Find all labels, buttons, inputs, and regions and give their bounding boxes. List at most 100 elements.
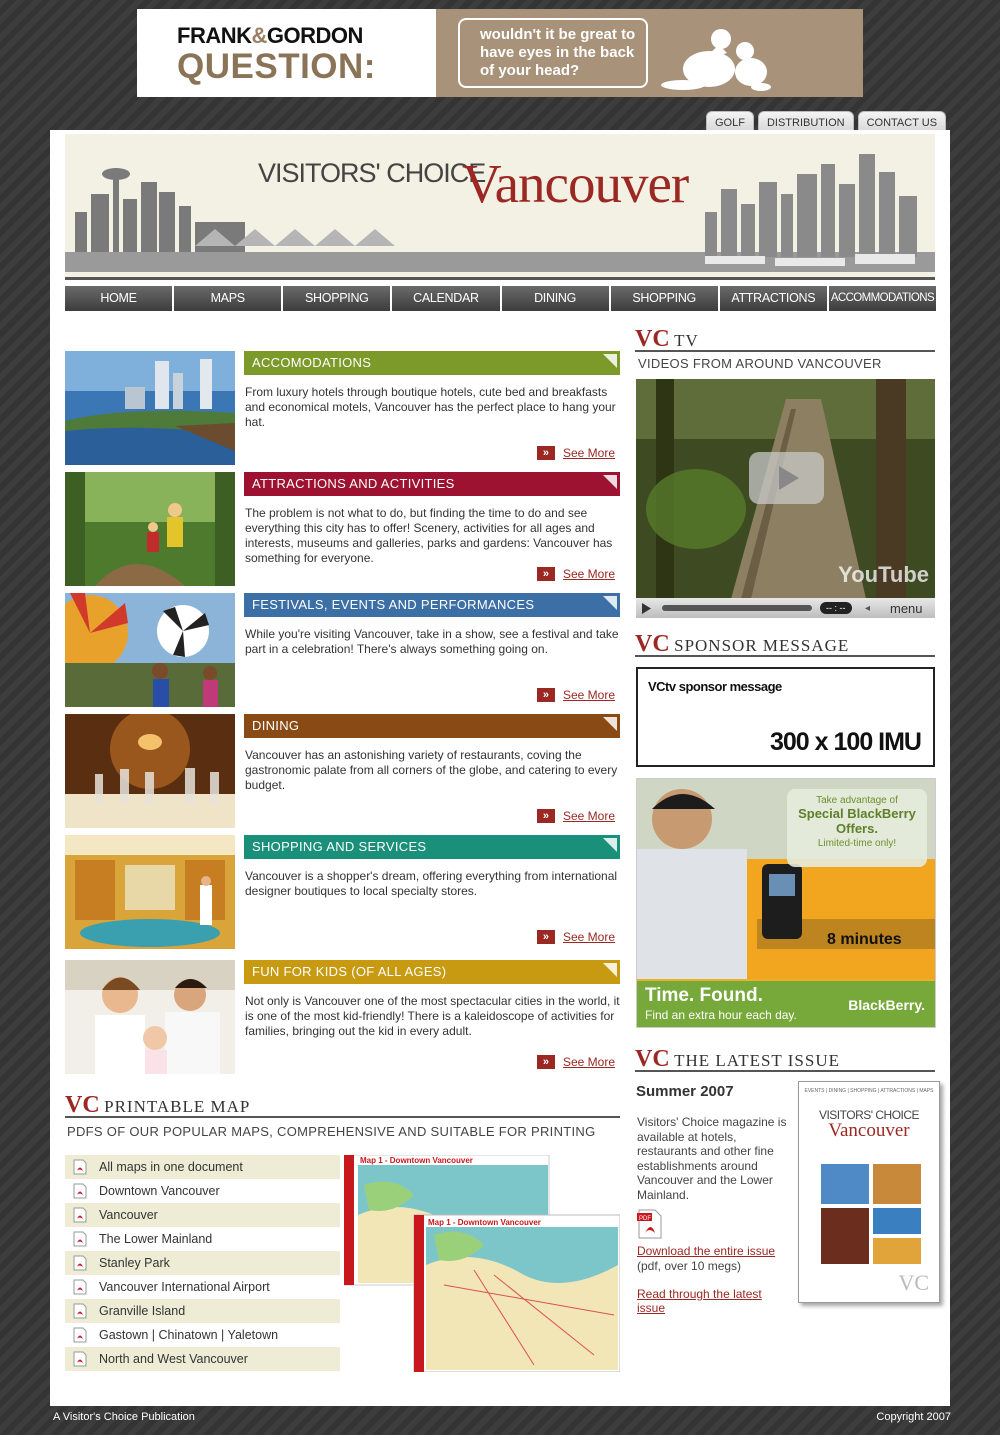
see-more-link[interactable]: » See More <box>536 567 615 581</box>
pdf-icon <box>69 1279 91 1295</box>
ad-brand: FRANK&GORDON <box>177 23 363 48</box>
issue-title: Summer 2007 <box>636 1083 734 1100</box>
main-nav: HOME MAPS SHOPPING CALENDAR DINING SHOPP… <box>65 286 936 311</box>
nav-home[interactable]: HOME <box>65 286 173 311</box>
header-title-big: Vancouver <box>462 153 689 214</box>
video-controls: -- : -- ◂ menu <box>636 598 935 618</box>
pdf-icon <box>69 1183 91 1199</box>
pdf-icon <box>69 1207 91 1223</box>
see-more-link[interactable]: » See More <box>536 930 615 944</box>
see-more-link[interactable]: » See More <box>536 688 615 702</box>
magazine-cover[interactable]: EVENTS | DINING | SHOPPING | ATTRACTIONS… <box>798 1081 940 1303</box>
svg-text:Map 1 - Downtown Vancouver: Map 1 - Downtown Vancouver <box>428 1218 541 1227</box>
section-bar[interactable]: DINING <box>244 714 620 738</box>
map-list-item[interactable]: The Lower Mainland <box>65 1227 340 1251</box>
map-list-item[interactable]: Gastown | Chinatown | Yaletown <box>65 1323 340 1347</box>
arrow-icon: » <box>536 930 555 944</box>
pdf-icon <box>69 1303 91 1319</box>
main-container: VISITORS' CHOICE Vancouver HOME MAPS SHO… <box>50 130 950 1406</box>
sponsor-box-size: 300 x 100 IMU <box>770 728 922 756</box>
kids-photo[interactable] <box>65 960 235 1074</box>
map-list-item[interactable]: All maps in one document <box>65 1155 340 1179</box>
cover-photos <box>821 1164 921 1264</box>
section-bar[interactable]: FESTIVALS, EVENTS AND PERFORMANCES <box>244 593 620 617</box>
progress-bar[interactable] <box>662 605 812 611</box>
nav-shopping[interactable]: SHOPPING <box>283 286 391 311</box>
nav-calendar[interactable]: CALENDAR <box>392 286 500 311</box>
bb-subtitle: Find an extra hour each day. <box>645 1008 797 1022</box>
arrow-icon: » <box>536 567 555 581</box>
ad-speech-bubble: wouldn't it be great to have eyes in the… <box>458 18 648 88</box>
map-list-item[interactable]: North and West Vancouver <box>65 1347 340 1371</box>
section-bar[interactable]: SHOPPING AND SERVICES <box>244 835 620 859</box>
accommodations-photo[interactable] <box>65 351 235 465</box>
map-list-item[interactable]: Vancouver International Airport <box>65 1275 340 1299</box>
video-player[interactable]: YouTube -- : -- ◂ menu <box>636 379 935 618</box>
tab-golf[interactable]: GOLF <box>706 111 754 131</box>
ad-brand-panel: FRANK&GORDON QUESTION: <box>137 9 436 97</box>
sponsor-message-box[interactable]: VCtv sponsor message 300 x 100 IMU <box>636 667 935 767</box>
issue-description: Visitors' Choice magazine is available a… <box>637 1115 787 1202</box>
see-more-link[interactable]: » See More <box>536 809 615 823</box>
latest-issue-heading: VC THE LATEST ISSUE <box>635 1046 935 1072</box>
tab-distribution[interactable]: DISTRIBUTION <box>757 111 854 131</box>
section-description: Vancouver is a shopper's dream, offering… <box>245 869 618 898</box>
attractions-photo[interactable] <box>65 472 235 586</box>
section-dining: DINING Vancouver has an astonishing vari… <box>65 714 620 829</box>
download-issue-link[interactable]: Download the entire issue <box>637 1244 775 1258</box>
see-more-link[interactable]: » See More <box>536 1055 615 1069</box>
volume-icon[interactable]: ◂ <box>858 603 878 614</box>
section-bar[interactable]: ATTRACTIONS AND ACTIVITIES <box>244 472 620 496</box>
footer-publication: A Visitor's Choice Publication <box>53 1411 195 1423</box>
map-thumbnail[interactable]: Map 1 - Downtown Vancouver Map 1 - Downt… <box>343 1154 621 1373</box>
section-bar[interactable]: ACCOMODATIONS <box>244 351 620 375</box>
arrow-icon: » <box>536 446 555 460</box>
section-attractions: ATTRACTIONS AND ACTIVITIES The problem i… <box>65 472 620 587</box>
section-description: From luxury hotels through boutique hote… <box>245 385 616 429</box>
play-icon[interactable] <box>636 602 656 614</box>
section-kids: FUN FOR KIDS (OF ALL AGES) Not only is V… <box>65 960 620 1075</box>
printable-map-subtitle: PDFS OF OUR POPULAR MAPS, COMPREHENSIVE … <box>67 1124 596 1139</box>
nav-shopping-2[interactable]: SHOPPING <box>610 286 718 311</box>
footer-copyright: Copyright 2007 <box>876 1411 951 1423</box>
pdf-icon <box>69 1231 91 1247</box>
section-description: Vancouver has an astonishing variety of … <box>245 748 618 792</box>
map-list-item[interactable]: Downtown Vancouver <box>65 1179 340 1203</box>
sponsor-heading: VC SPONSOR MESSAGE <box>635 631 935 657</box>
dining-photo[interactable] <box>65 714 235 828</box>
section-shopping: SHOPPING AND SERVICES Vancouver is a sho… <box>65 835 620 950</box>
nav-dining[interactable]: DINING <box>501 286 609 311</box>
play-button[interactable] <box>749 452 824 504</box>
nav-maps[interactable]: MAPS <box>174 286 282 311</box>
see-more-link[interactable]: » See More <box>536 446 615 460</box>
bb-time-found: Time. Found. <box>645 985 763 1006</box>
pdf-icon[interactable]: PDF <box>637 1209 663 1244</box>
map-list-item[interactable]: Granville Island <box>65 1299 340 1323</box>
map-list-item[interactable]: Vancouver <box>65 1203 340 1227</box>
cover-topline: EVENTS | DINING | SHOPPING | ATTRACTIONS… <box>804 1088 934 1094</box>
bb-line4: Limited-time only! <box>817 838 897 849</box>
nav-accommodations[interactable]: ACCOMMODATIONS <box>828 286 936 311</box>
read-issue-link[interactable]: Read through the latest issue <box>637 1287 777 1315</box>
cover-vc-mark: VC <box>898 1270 929 1295</box>
festivals-photo[interactable] <box>65 593 235 707</box>
svg-text:PDF: PDF <box>639 1216 651 1222</box>
sponsor-box-title: VCtv sponsor message <box>648 679 782 694</box>
nav-attractions[interactable]: ATTRACTIONS <box>719 286 827 311</box>
arrow-icon: » <box>536 1055 555 1069</box>
menu-button[interactable]: menu <box>878 601 936 616</box>
blackberry-ad[interactable]: Take advantage of Special BlackBerry Off… <box>636 778 936 1028</box>
tab-contact-us[interactable]: CONTACT US <box>857 111 947 131</box>
map-list-item[interactable]: Stanley Park <box>65 1251 340 1275</box>
top-banner-ad[interactable]: FRANK&GORDON QUESTION: wouldn't it be gr… <box>137 9 863 97</box>
shopping-photo[interactable] <box>65 835 235 949</box>
site-header: VISITORS' CHOICE Vancouver <box>65 134 935 280</box>
vc-tv-subtitle: VIDEOS FROM AROUND VANCOUVER <box>638 356 882 371</box>
time-display: -- : -- <box>820 602 852 614</box>
section-bar[interactable]: FUN FOR KIDS (OF ALL AGES) <box>244 960 620 984</box>
section-description: The problem is not what to do, but findi… <box>245 506 613 565</box>
arrow-icon: » <box>536 688 555 702</box>
pdf-icon <box>69 1255 91 1271</box>
ad-image-panel: wouldn't it be great to have eyes in the… <box>436 9 863 97</box>
section-festivals: FESTIVALS, EVENTS AND PERFORMANCES While… <box>65 593 620 708</box>
